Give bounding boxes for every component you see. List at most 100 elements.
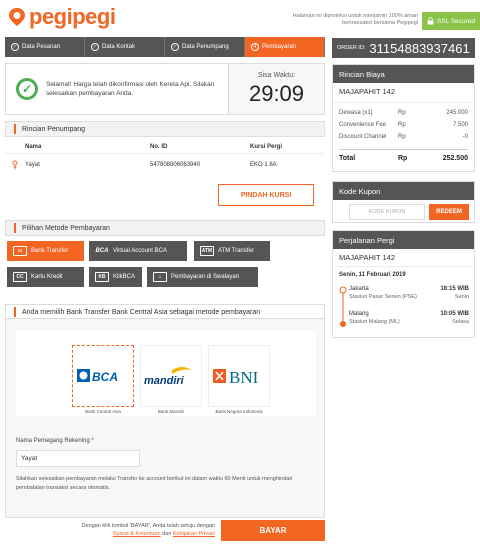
passenger-table: Nama No. ID Kursi Pergi Yayat 5478080060… <box>5 140 325 172</box>
arrive-time: 10:05 WIB <box>440 311 469 317</box>
price-detail-card: Rincian Biaya MAJAPAHIT 142 Dewasa (x1) … <box>332 64 475 172</box>
step-data-kontak: ✓ Data Kontak <box>85 37 165 57</box>
method-virtual-account-bca[interactable]: BCA Virtual Account BCA <box>89 241 187 261</box>
step-label: Data Kontak <box>102 44 136 50</box>
bank-list: BCA Bank Central Asia mandiri Bank Mandi… <box>16 331 316 416</box>
price-detail-title: Rincian Biaya <box>333 65 474 83</box>
method-bank-transfer[interactable]: ▭ Bank Transfer <box>7 241 84 261</box>
coupon-card: Kode Kupon KODE KUPON REDEEM <box>332 181 475 223</box>
price-confirm-banner: ✓ Selamat! Harga telah dikonfirmasi oleh… <box>5 63 325 115</box>
agreement-and: dan <box>162 531 172 537</box>
privacy-link[interactable]: Kebijakan Privasi <box>173 531 215 537</box>
price-total-row: Total Rp 252.500 <box>333 150 474 166</box>
order-id-box: ORDER ID: 31154883937461 <box>332 38 475 58</box>
agreement-text: Dengan klik tombol 'BAYAR', Anda telah s… <box>62 522 215 538</box>
price-row-currency: Rp <box>398 110 406 116</box>
method-atm-transfer[interactable]: ATM ATM Transfer <box>194 241 270 261</box>
countdown-timer: 29:09 <box>248 81 305 106</box>
bank-name-bni: Bank Negara Indonesia <box>215 409 263 414</box>
method-label: Bank Transfer <box>31 248 69 254</box>
price-total-amount: 252.500 <box>442 154 468 162</box>
mandiri-logo: mandiri <box>144 367 192 387</box>
check-icon: ✓ <box>91 43 99 51</box>
col-header-name: Nama <box>25 143 42 150</box>
table-row: Yayat 547808006063940 EKO 1 8A <box>5 158 325 172</box>
trip-departure: Jakarta 18:15 WIB Stasiun Pasar Senen (P… <box>349 286 469 300</box>
method-label: ATM Transfer <box>218 248 254 254</box>
countdown-label: Sisa Waktu: <box>257 72 296 79</box>
method-label: Virtual Account BCA <box>113 248 167 254</box>
credit-card-icon: CC <box>13 272 27 282</box>
price-row-label: Discount Channel <box>339 134 387 140</box>
payment-instruction: Silahkan selesaikan pembayaran melalui T… <box>16 476 293 491</box>
table-header: Nama No. ID Kursi Pergi <box>5 140 325 154</box>
ssl-label: SSL Secured <box>436 17 476 25</box>
passenger-id: 547808006063940 <box>150 162 201 168</box>
pay-button[interactable]: BAYAR <box>221 520 325 541</box>
redeem-button[interactable]: REDEEM <box>429 204 469 220</box>
pegipegi-logo[interactable]: pegipegi <box>8 4 116 30</box>
terms-link[interactable]: Syarat & Ketentuan <box>113 531 161 537</box>
confirm-message-area: ✓ Selamat! Harga telah dikonfirmasi oleh… <box>6 64 228 114</box>
bank-option-bca[interactable]: BCA <box>72 345 134 407</box>
method-swalayan[interactable]: ⌂ Pembayaran di Swalayan <box>147 267 258 287</box>
price-total-currency: Rp <box>398 154 408 162</box>
bank-option-mandiri[interactable]: mandiri <box>140 345 202 407</box>
header: pegipegi Halaman ini diproteksi untuk me… <box>0 0 480 36</box>
klikbca-icon: KB <box>95 272 109 282</box>
method-label: KlikBCA <box>113 274 136 280</box>
method-label: Kartu Kredit <box>31 274 63 280</box>
coupon-title: Kode Kupon <box>333 182 474 200</box>
depart-time: 18:15 WIB <box>440 286 469 292</box>
svg-text:mandiri: mandiri <box>144 375 185 387</box>
arrive-station: Stasiun Malang (ML) <box>349 319 400 325</box>
method-label: Pembayaran di Swalayan <box>171 274 240 280</box>
guarantee-text: Halaman ini diproteksi untuk menjamin 10… <box>292 13 418 26</box>
arrive-city: Malang <box>349 311 369 317</box>
col-header-seat: Kursi Pergi <box>250 143 283 150</box>
progress-steps: ✓ Data Pesanan ✓ Data Kontak ✓ Data Penu… <box>5 37 325 57</box>
bca-logo: BCA <box>77 369 118 384</box>
price-row: Discount Channel Rp -0 <box>333 131 474 143</box>
depart-day: Senin <box>454 294 469 300</box>
price-row: Convenience Fee Rp 7.500 <box>333 119 474 131</box>
passenger-section-title: Rincian Penumpang <box>5 121 325 137</box>
bca-icon: BCA <box>95 248 109 254</box>
price-row-amount: 7.500 <box>452 122 468 128</box>
store-icon: ⌂ <box>153 272 167 282</box>
coupon-input[interactable]: KODE KUPON <box>349 204 425 220</box>
holder-name-label: Nama Pemegang Rekening * <box>16 438 94 444</box>
arrive-day: Selasa <box>452 319 469 325</box>
holder-name-input[interactable]: Yayat <box>16 450 140 467</box>
payment-method-section-title: Pilihan Metode Pembayaran <box>5 220 325 236</box>
trip-title: Perjalanan Pergi <box>333 231 474 249</box>
atm-icon: ATM <box>200 246 214 256</box>
countdown-box: Sisa Waktu: 29:09 <box>228 64 324 114</box>
change-seat-button[interactable]: PINDAH KURSI <box>218 184 314 206</box>
method-kartu-kredit[interactable]: CC Kartu Kredit <box>7 267 84 287</box>
trip-train-name: MAJAPAHIT 142 <box>333 249 474 267</box>
svg-text:BNI: BNI <box>229 368 259 387</box>
bank-name-mandiri: Bank Mandiri <box>157 409 185 414</box>
price-row-amount: 245.000 <box>446 110 468 116</box>
person-icon <box>11 160 19 170</box>
price-row-currency: Rp <box>398 122 406 128</box>
confirm-message: Selamat! Harga telah dikonfirmasi oleh K… <box>46 81 215 97</box>
price-total-label: Total <box>339 154 356 162</box>
payment-panel: BCA Bank Central Asia mandiri Bank Mandi… <box>5 318 325 518</box>
step-data-penumpang: ✓ Data Penumpang <box>165 37 245 57</box>
bank-option-bni[interactable]: BNI <box>208 345 270 407</box>
trip-card: Perjalanan Pergi MAJAPAHIT 142 Senin, 11… <box>332 230 475 338</box>
ssl-badge: SSL Secured <box>422 12 480 30</box>
price-row-amount: -0 <box>462 134 468 140</box>
bni-logo: BNI <box>213 368 259 387</box>
step-data-pesanan: ✓ Data Pesanan <box>5 37 85 57</box>
method-klikbca[interactable]: KB KlikBCA <box>89 267 142 287</box>
trip-date: Senin, 11 Februari 2019 <box>339 272 406 278</box>
passenger-name: Yayat <box>25 162 40 168</box>
bank-name-bca: Bank Central Asia <box>85 409 121 414</box>
pegipegi-logo-icon <box>9 8 25 26</box>
price-row-label: Convenience Fee <box>339 122 387 128</box>
order-id-label: ORDER ID: <box>337 45 366 51</box>
depart-city: Jakarta <box>349 286 369 292</box>
